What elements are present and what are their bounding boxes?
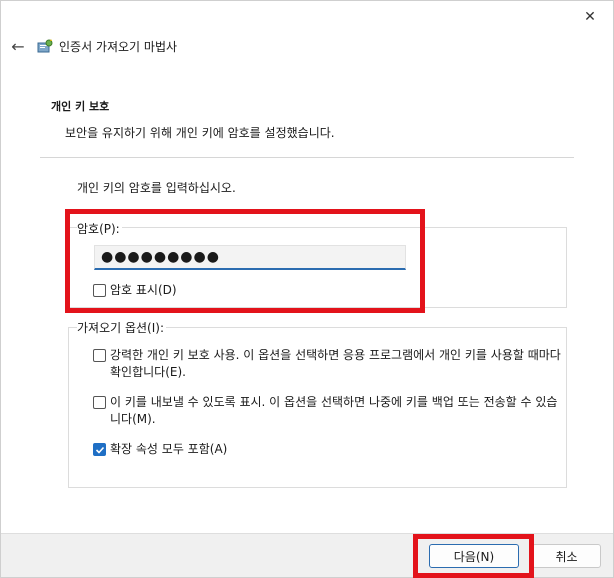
header-divider: [40, 157, 574, 158]
include-extended-properties-option[interactable]: 확장 속성 모두 포함(A): [93, 441, 227, 458]
strong-protection-checkbox[interactable]: [93, 349, 106, 362]
password-prompt: 개인 키의 암호를 입력하십시오.: [77, 181, 236, 195]
cancel-button-label: 취소: [555, 549, 578, 564]
certificate-wizard-icon: [37, 39, 53, 53]
page-header: 개인 키 보호 보안을 유지하기 위해 개인 키에 암호를 설정했습니다.: [51, 98, 335, 140]
include-extended-properties-label: 확장 속성 모두 포함(A): [110, 442, 228, 456]
page-subtitle: 보안을 유지하기 위해 개인 키에 암호를 설정했습니다.: [65, 126, 335, 140]
exportable-key-label: 이 키를 내보낼 수 있도록 표시. 이 옵션을 선택하면 나중에 키를 백업 …: [110, 395, 558, 426]
title-bar: ← 인증서 가져오기 마법사: [1, 31, 613, 61]
window-title: 인증서 가져오기 마법사: [59, 39, 178, 54]
include-extended-properties-checkbox[interactable]: [93, 443, 106, 456]
dialog-window: ✕ ← 인증서 가져오기 마법사 개인 키 보호 보안을 유지하기 위해 개인 …: [0, 0, 614, 578]
back-arrow-icon: ←: [11, 36, 25, 56]
close-button[interactable]: ✕: [567, 1, 613, 33]
page-title: 개인 키 보호: [51, 100, 110, 113]
close-icon: ✕: [584, 9, 596, 25]
strong-protection-option[interactable]: 강력한 개인 키 보호 사용. 이 옵션을 선택하면 응용 프로그램에서 개인 …: [93, 347, 563, 381]
exportable-key-checkbox[interactable]: [93, 396, 106, 409]
cancel-button[interactable]: 취소: [532, 544, 601, 568]
exportable-key-option[interactable]: 이 키를 내보낼 수 있도록 표시. 이 옵션을 선택하면 나중에 키를 백업 …: [93, 394, 563, 428]
back-button[interactable]: ←: [9, 36, 27, 56]
strong-protection-label: 강력한 개인 키 보호 사용. 이 옵션을 선택하면 응용 프로그램에서 개인 …: [110, 348, 561, 379]
password-highlight-annotation: [65, 209, 425, 313]
import-options-legend: 가져오기 옵션(I):: [77, 319, 167, 336]
next-button-highlight-annotation: [413, 534, 534, 578]
checkmark-icon: [95, 446, 104, 454]
